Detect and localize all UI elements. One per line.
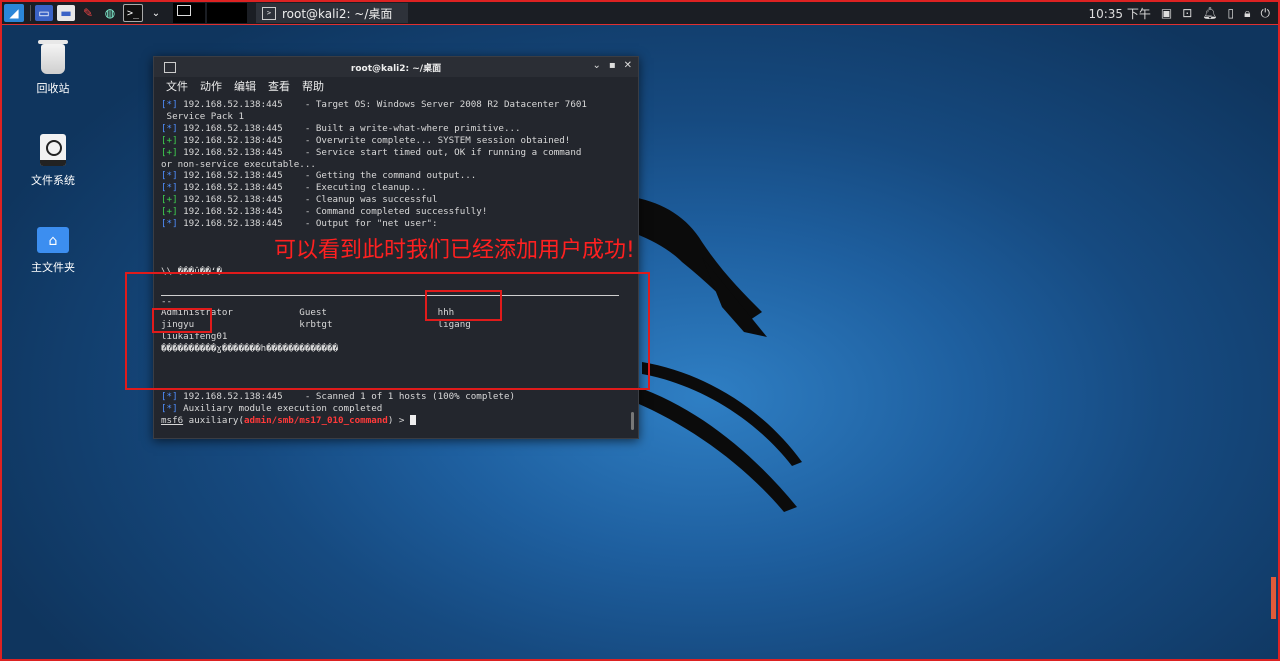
desktop-icon-label: 文件系统 <box>31 174 75 187</box>
terminal-line: [*] 192.168.52.138:445 - Built a write-w… <box>161 122 521 134</box>
system-tray: 10:35 下午 ▣ ⊡ 🔔︎ ▯ 🔒︎ ⏻ <box>1088 2 1270 24</box>
text-cursor <box>409 415 416 426</box>
browser-icon[interactable]: ◍ <box>101 5 119 21</box>
notification-bell-icon[interactable]: 🔔︎ <box>1202 6 1217 20</box>
lock-icon[interactable]: 🔒︎ <box>1244 6 1250 21</box>
terminal-line: [+] 192.168.52.138:445 - Cleanup was suc… <box>161 194 438 206</box>
close-icon[interactable]: ✕ <box>624 60 632 71</box>
panel-separator <box>30 5 31 21</box>
workspace-2[interactable] <box>207 3 247 23</box>
workspace-1[interactable] <box>173 3 205 23</box>
taskbar-window-title: root@kali2: ~/桌面 <box>282 6 393 21</box>
terminal-line: [*] 192.168.52.138:445 - Scanned 1 of 1 … <box>161 390 516 402</box>
clock[interactable]: 10:35 下午 <box>1088 5 1150 22</box>
terminal-line: or non-service executable... <box>161 158 316 170</box>
terminal-line: [*] 192.168.52.138:445 - Executing clean… <box>161 182 427 194</box>
menu-edit[interactable]: 编辑 <box>234 78 256 94</box>
terminal-line: Service Pack 1 <box>161 110 244 122</box>
maximize-icon[interactable]: ▪ <box>609 60 616 71</box>
annotation-box-hhh <box>425 290 502 321</box>
menu-help[interactable]: 帮助 <box>302 78 324 94</box>
home-folder-icon: ⌂ <box>37 227 69 253</box>
drive-icon <box>40 134 66 166</box>
display-icon[interactable]: ▣ <box>1161 6 1172 20</box>
terminal-line: [+] 192.168.52.138:445 - Command complet… <box>161 206 488 218</box>
terminal-line: [*] 192.168.52.138:445 - Getting the com… <box>161 170 477 182</box>
terminal-line: [+] 192.168.52.138:445 - Service start t… <box>161 146 582 158</box>
show-desktop-icon[interactable]: ▭ <box>35 5 53 21</box>
terminal-line: [*] Auxiliary module execution completed <box>161 402 383 414</box>
file-manager-icon[interactable]: ▬ <box>57 5 75 21</box>
desktop-icon-label: 回收站 <box>36 82 70 95</box>
chevron-down-icon[interactable]: ⌄ <box>147 5 165 21</box>
window-menubar: 文件 动作 编辑 查看 帮助 <box>154 77 638 95</box>
power-icon[interactable]: ▯ <box>1228 6 1235 20</box>
desktop-icon-home[interactable]: ⌂ 主文件夹 <box>13 227 93 275</box>
desktop-icon-trash[interactable]: 回收站 <box>13 40 93 96</box>
terminal-scrollbar[interactable] <box>631 412 634 430</box>
msf-prompt[interactable]: msf6 auxiliary(admin/smb/ms17_010_comman… <box>161 415 631 427</box>
network-icon[interactable]: ⊡ <box>1182 6 1192 20</box>
minimize-icon[interactable]: ⌄ <box>592 60 600 71</box>
edge-marker <box>1271 577 1276 619</box>
taskbar-terminal-window[interactable]: > root@kali2: ~/桌面 <box>256 3 408 23</box>
menu-view[interactable]: 查看 <box>268 78 290 94</box>
terminal-line: [*] 192.168.52.138:445 - Target OS: Wind… <box>161 99 587 110</box>
trash-icon <box>38 40 68 74</box>
menu-action[interactable]: 动作 <box>200 78 222 94</box>
logout-icon[interactable]: ⏻ <box>1261 6 1271 21</box>
window-titlebar[interactable]: root@kali2: ~/桌面 ⌄ ▪ ✕ <box>154 57 638 77</box>
kali-menu-icon[interactable]: ◢ <box>4 4 24 22</box>
annotation-box-jingyu <box>152 308 212 333</box>
desktop-icon-label: 主文件夹 <box>31 261 75 274</box>
desktop-icon-filesystem[interactable]: 文件系统 <box>13 134 93 188</box>
text-editor-icon[interactable]: ✎ <box>79 5 97 21</box>
terminal-icon: > <box>262 6 276 20</box>
menu-file[interactable]: 文件 <box>166 78 188 94</box>
window-title: root@kali2: ~/桌面 <box>350 63 442 74</box>
terminal-line: [+] 192.168.52.138:445 - Overwrite compl… <box>161 134 571 146</box>
terminal-launcher-icon[interactable]: >_ <box>123 4 143 22</box>
terminal-line: [*] 192.168.52.138:445 - Output for "net… <box>161 218 438 230</box>
top-panel: ◢ ▭ ▬ ✎ ◍ >_ ⌄ > root@kali2: ~/桌面 10:35 … <box>2 2 1278 25</box>
annotation-text: 可以看到此时我们已经添加用户成功! <box>274 238 635 263</box>
